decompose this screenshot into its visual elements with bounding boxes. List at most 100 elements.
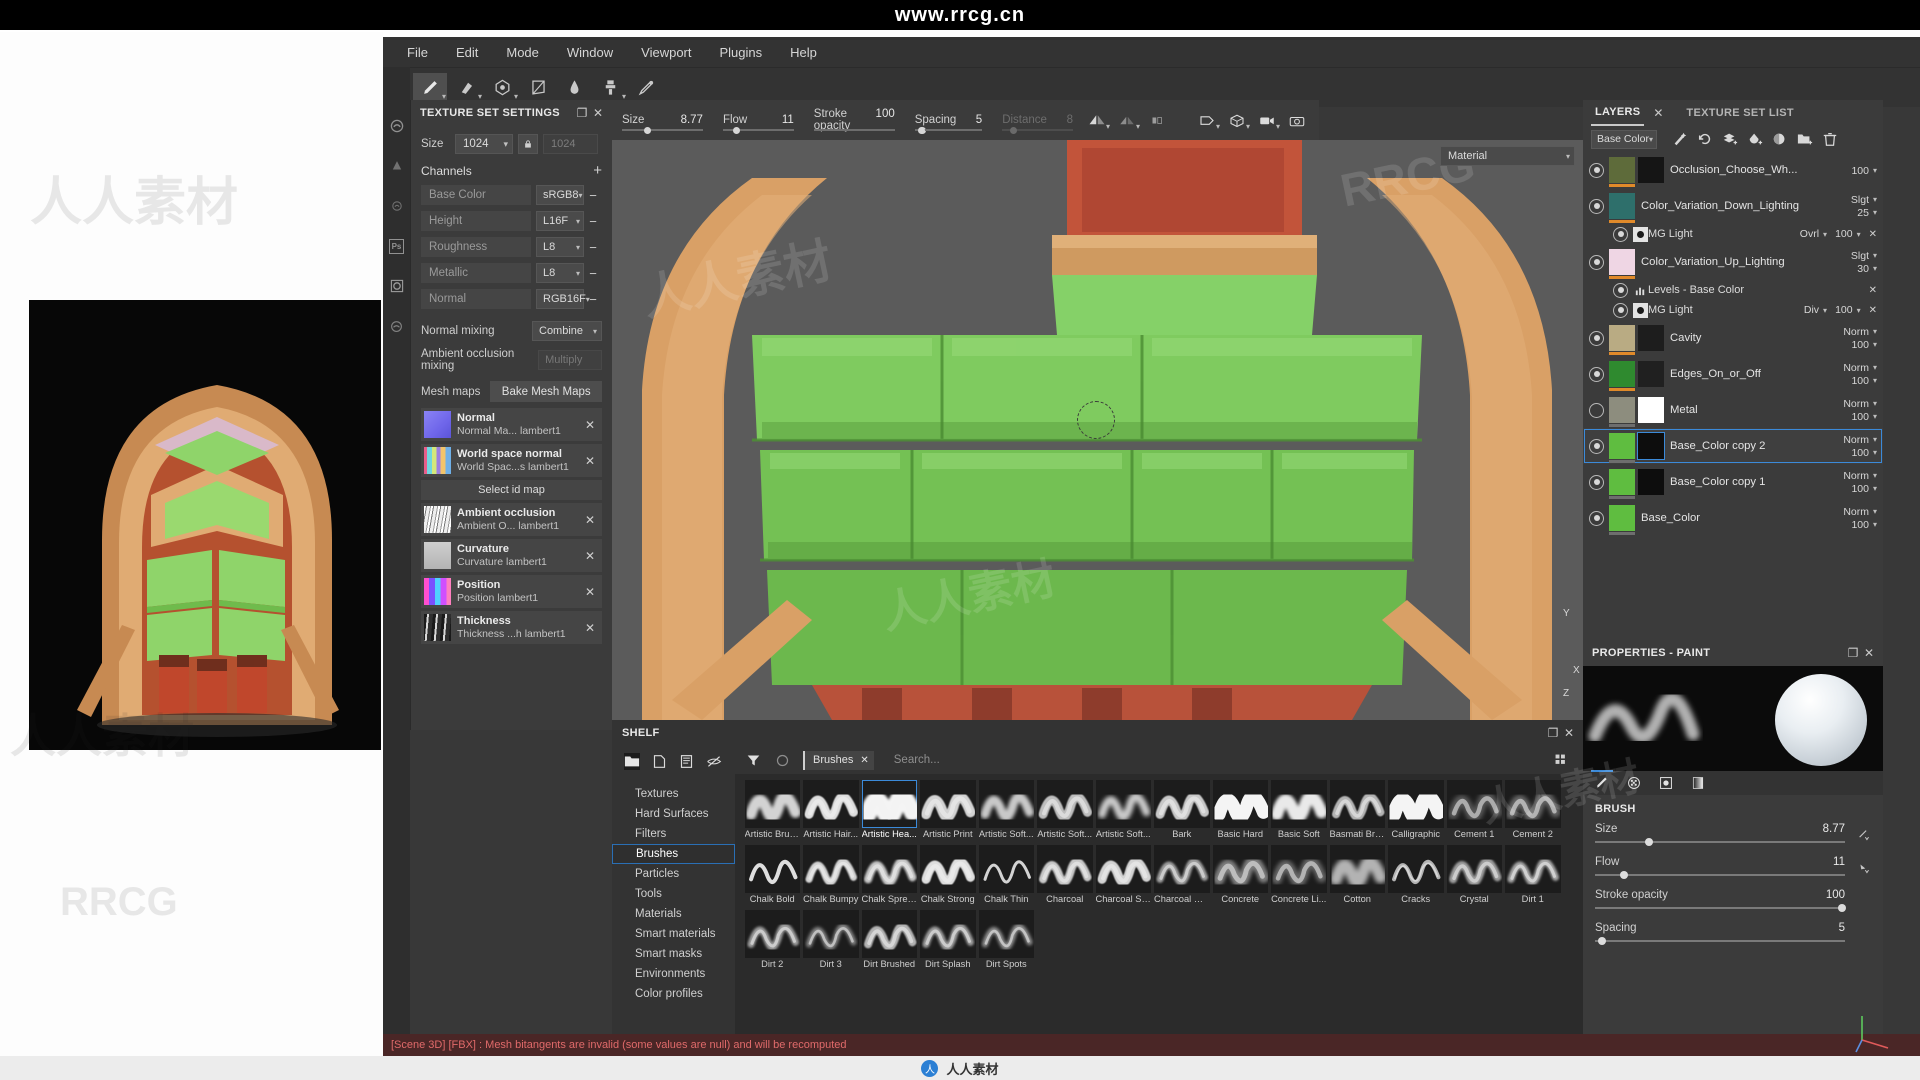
slider-track[interactable] [1595, 838, 1845, 846]
chevron-down-icon[interactable]: ▾ [1246, 122, 1250, 131]
layer-content-thumbnail[interactable] [1609, 397, 1635, 427]
layer-row[interactable]: Metal Norm ▾ 100 ▾ [1583, 392, 1883, 428]
layer-mask-thumbnail[interactable] [1638, 469, 1664, 495]
layer-opacity[interactable]: 100 ▾ [1851, 519, 1877, 531]
shelf-item[interactable]: Concrete [1212, 845, 1268, 906]
slider-knob[interactable] [1620, 871, 1628, 879]
menu-edit[interactable]: Edit [442, 40, 492, 65]
chevron-down-icon[interactable]: ▾ [1276, 122, 1280, 131]
shelf-category-hard-surfaces[interactable]: Hard Surfaces [612, 804, 735, 824]
add-fill-layer-icon[interactable] [1717, 128, 1742, 150]
layer-row[interactable]: Base_Color Norm ▾ 100 ▾ [1583, 500, 1883, 536]
remove-mesh-map-icon[interactable]: ✕ [582, 418, 598, 432]
save-icon[interactable] [679, 753, 694, 770]
param-slider-knob[interactable] [644, 126, 651, 134]
undock-icon[interactable]: ❐ [574, 106, 590, 120]
shelf-item[interactable]: Artistic Hair... [803, 780, 859, 841]
param-slider-track[interactable] [914, 129, 983, 131]
menu-viewport[interactable]: Viewport [627, 40, 705, 65]
close-icon[interactable]: ✕ [860, 755, 868, 766]
hide-icon[interactable] [706, 753, 722, 770]
menu-help[interactable]: Help [776, 40, 831, 65]
slider-track[interactable] [1595, 904, 1846, 912]
remove-channel-button[interactable]: − [584, 214, 602, 229]
shelf-item[interactable]: Bark [1154, 780, 1210, 841]
material-picker-tool[interactable] [629, 73, 663, 103]
layer-row[interactable]: Color_Variation_Up_Lighting Slgt ▾ 30 ▾ [1583, 244, 1883, 280]
shelf-item[interactable]: Charcoal Str... [1095, 845, 1151, 906]
shelf-category-textures[interactable]: Textures [612, 784, 735, 804]
chevron-down-icon[interactable]: ▾ [1106, 122, 1110, 131]
shelf-item[interactable]: Crystal [1446, 845, 1502, 906]
layer-row[interactable]: Color_Variation_Down_Lighting Slgt ▾ 25 ▾ [1583, 188, 1883, 224]
size-secondary-field[interactable]: 1024 [543, 134, 598, 154]
layer-mask-thumbnail[interactable] [1638, 361, 1664, 387]
screenshot-icon[interactable] [1283, 107, 1311, 133]
remove-channel-button[interactable]: − [584, 240, 602, 255]
layer-blend-mode[interactable]: Div ▾ [1804, 304, 1827, 316]
shelf-category-smart-materials[interactable]: Smart materials [612, 924, 735, 944]
substance-engine-rail-icon[interactable] [388, 277, 406, 295]
shelf-item[interactable]: Dirt Brushed [861, 910, 917, 971]
spacing-slider[interactable]: Spacing 5 [1595, 922, 1871, 945]
polygon-fill-tool[interactable] [521, 73, 555, 103]
tab-texture-set-list[interactable]: TEXTURE SET LIST [1682, 100, 1797, 126]
shelf-item[interactable]: Cracks [1388, 845, 1444, 906]
photoshop-export-rail-icon[interactable]: Ps [388, 237, 406, 255]
remove-channel-button[interactable]: − [584, 292, 602, 307]
shelf-item[interactable]: Artistic Soft... [978, 780, 1034, 841]
remove-mesh-map-icon[interactable]: ✕ [582, 513, 598, 527]
alpha-tab-icon[interactable] [1623, 772, 1645, 794]
layer-content-thumbnail[interactable] [1609, 433, 1635, 463]
shelf-item[interactable]: Cement 2 [1505, 780, 1561, 841]
layer-visibility-toggle[interactable] [1589, 330, 1604, 346]
layer-blend-mode[interactable]: Slgt ▾ [1851, 250, 1877, 262]
shelf-item[interactable]: Basmati Bru... [1329, 780, 1385, 841]
layer-row[interactable]: Base_Color copy 1 Norm ▾ 100 ▾ [1583, 464, 1883, 500]
shelf-item[interactable]: Cotton [1329, 845, 1385, 906]
layer-visibility-toggle[interactable] [1589, 402, 1604, 418]
symmetry-plane-icon[interactable]: ▾ [1113, 107, 1141, 133]
clone-tool[interactable]: ▾ [593, 73, 627, 103]
channel-format-select[interactable]: RGB16F ▾ [536, 289, 590, 309]
camera-persp-icon[interactable]: ▾ [1193, 107, 1221, 133]
layer-content-thumbnail[interactable] [1609, 505, 1635, 535]
axis-gizmo[interactable] [1846, 1006, 1898, 1058]
shelf-search-input[interactable]: Search... [886, 754, 1540, 766]
shelf-category-materials[interactable]: Materials [612, 904, 735, 924]
layer-visibility-toggle[interactable] [1589, 162, 1604, 178]
shelf-item[interactable]: Artistic Brus... [744, 780, 800, 841]
undock-icon[interactable]: ❐ [1845, 646, 1861, 660]
add-channel-button[interactable]: + [593, 163, 602, 178]
layer-opacity[interactable]: 100 ▾ [1851, 411, 1877, 423]
slider-track[interactable] [1595, 871, 1845, 879]
close-icon[interactable]: ✕ [1561, 726, 1577, 740]
shelf-item[interactable]: Chalk Bold [744, 845, 800, 906]
tab-layers[interactable]: LAYERS [1591, 100, 1645, 126]
baking-rail-icon[interactable] [388, 317, 406, 335]
layer-opacity[interactable]: 100 ▾ [1851, 447, 1877, 459]
layer-content-thumbnail[interactable] [1609, 193, 1635, 223]
remove-effect-icon[interactable]: ✕ [1869, 305, 1877, 316]
remove-mesh-map-icon[interactable]: ✕ [582, 549, 598, 563]
layer-row[interactable]: Occlusion_Choose_Wh... 100 ▾ [1583, 152, 1883, 188]
cube-3d-icon[interactable]: ▾ [1223, 107, 1251, 133]
shelf-item[interactable]: Basic Soft [1271, 780, 1327, 841]
layer-opacity[interactable]: 100 ▾ [1835, 228, 1861, 240]
viewport-material-selector[interactable]: Material ▾ [1440, 146, 1575, 166]
remove-mesh-map-icon[interactable]: ✕ [582, 454, 598, 468]
channel-name[interactable]: Metallic [421, 263, 531, 283]
video-icon[interactable]: ▾ [1253, 107, 1281, 133]
brush-spacing-param[interactable]: Spacing 5 [905, 100, 992, 140]
eraser-tool[interactable]: ▾ [449, 73, 483, 103]
layer-blend-mode[interactable]: Norm ▾ [1843, 326, 1877, 338]
remove-effect-icon[interactable]: ✕ [1869, 285, 1877, 296]
layer-blend-mode[interactable]: Ovrl ▾ [1800, 228, 1827, 240]
layer-visibility-toggle[interactable] [1589, 474, 1604, 490]
layer-opacity[interactable]: 100 ▾ [1851, 339, 1877, 351]
shelf-category-tools[interactable]: Tools [612, 884, 735, 904]
layer-visibility-toggle[interactable] [1589, 438, 1604, 454]
layer-effect-row[interactable]: MG Light Ovrl ▾ 100 ▾ ✕ [1583, 224, 1883, 244]
smudge-tool[interactable] [557, 73, 591, 103]
folder-icon[interactable] [624, 752, 640, 770]
